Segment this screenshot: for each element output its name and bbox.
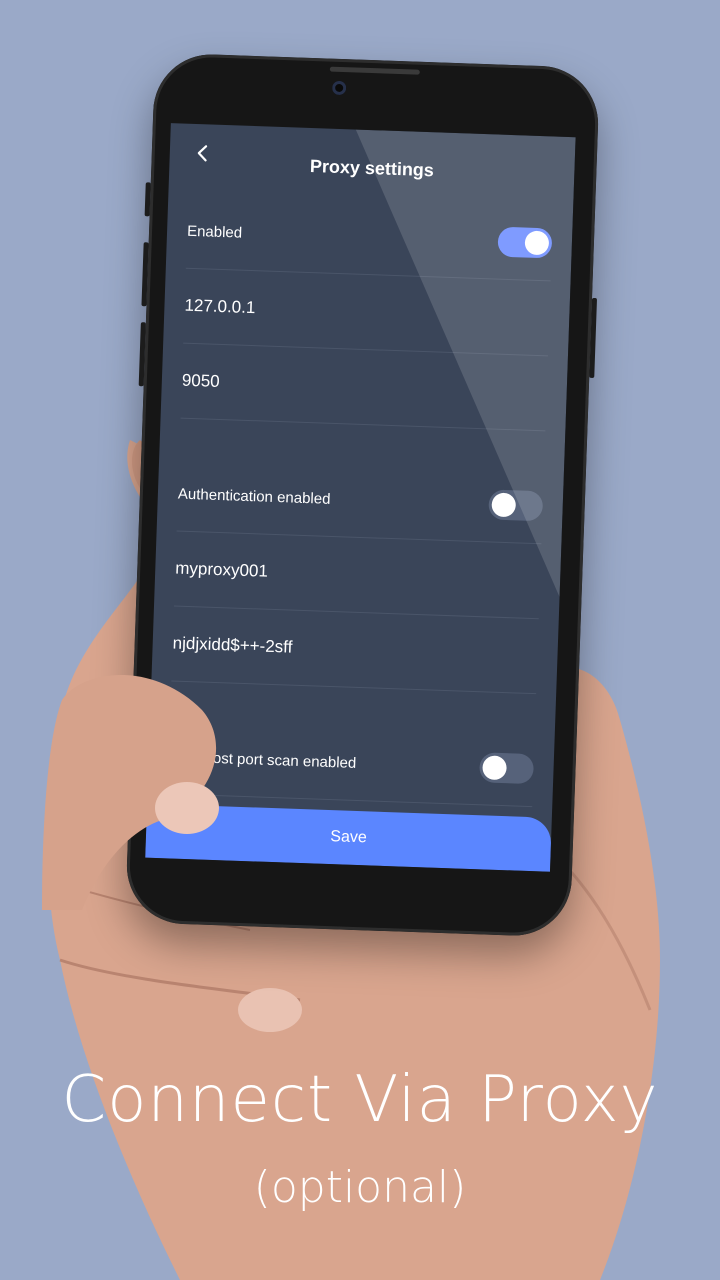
port-scan-toggle[interactable]	[479, 752, 535, 785]
auth-enabled-row: Authentication enabled	[176, 456, 545, 545]
auth-username-input[interactable]	[174, 558, 541, 592]
toggle-knob	[524, 230, 550, 256]
mute-switch	[144, 182, 151, 217]
volume-up-button	[141, 242, 149, 307]
port-scan-label: Localhost port scan enabled	[168, 747, 357, 772]
auth-enabled-label: Authentication enabled	[177, 485, 331, 508]
page-title: Proxy settings	[309, 155, 435, 181]
auth-password-row	[171, 606, 539, 695]
earpiece-speaker	[329, 66, 420, 75]
proxy-host-input[interactable]	[184, 295, 550, 329]
proxy-port-row	[180, 343, 548, 432]
caption-headline: Connect Via Proxy	[61, 1063, 659, 1137]
save-button[interactable]: Save	[145, 803, 552, 872]
auth-password-input[interactable]	[172, 633, 538, 667]
caption-subline: (optional)	[253, 1162, 467, 1213]
proxy-enabled-label: Enabled	[186, 222, 243, 242]
auth-username-row	[173, 531, 542, 620]
caption: Connect Via Proxy (optional)	[0, 1055, 720, 1223]
port-scan-row: Localhost port scan enabled	[167, 719, 535, 808]
front-camera	[331, 80, 347, 96]
volume-down-button	[138, 322, 146, 387]
auth-enabled-toggle[interactable]	[488, 489, 544, 522]
proxy-enabled-toggle[interactable]	[497, 226, 553, 259]
toggle-knob	[482, 755, 507, 781]
phone-device: Proxy settings Enabled Authentication en…	[124, 52, 601, 938]
proxy-host-row	[183, 268, 551, 357]
proxy-port-input[interactable]	[181, 370, 548, 404]
toggle-knob	[491, 492, 517, 518]
proxy-enabled-row: Enabled	[185, 193, 554, 282]
app-screen: Proxy settings Enabled Authentication en…	[145, 123, 576, 872]
